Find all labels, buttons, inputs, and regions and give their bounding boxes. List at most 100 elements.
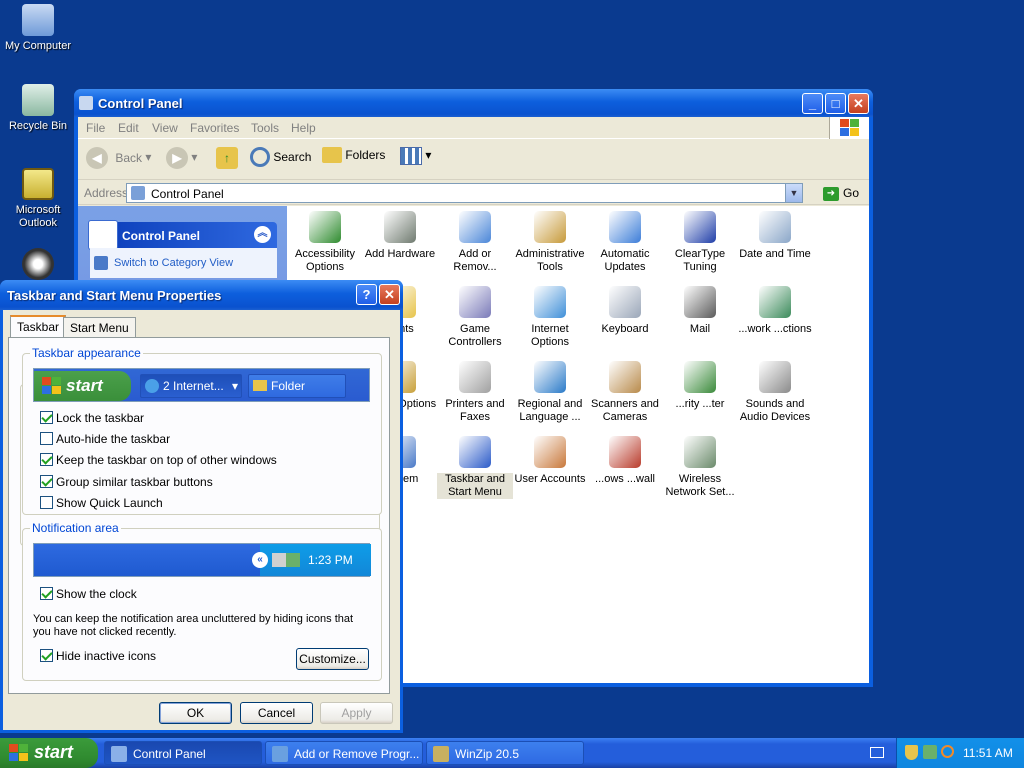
preview-internet-button: 2 Internet... ▾ — [140, 374, 242, 398]
folders-button[interactable]: Folders — [322, 147, 385, 173]
start-button[interactable]: start — [0, 738, 98, 768]
category-view-icon — [94, 256, 108, 270]
address-dropdown-button[interactable]: ▼ — [785, 184, 802, 202]
cp-item-label: Wireless Network Set... — [665, 473, 735, 498]
cp-item[interactable]: Keyboard — [587, 286, 663, 336]
cp-item[interactable]: Sounds and Audio Devices — [737, 361, 813, 424]
notification-preview: « 1:23 PM — [33, 543, 371, 577]
lock-taskbar-checkbox[interactable]: Lock the taskbar — [40, 411, 144, 425]
customize-button[interactable]: Customize... — [296, 648, 369, 670]
cp-item[interactable]: Regional and Language ... — [512, 361, 588, 424]
taskbar-button-control-panel[interactable]: Control Panel — [104, 741, 262, 765]
keep-on-top-checkbox[interactable]: Keep the taskbar on top of other windows — [40, 453, 277, 467]
cp-item[interactable]: Automatic Updates — [587, 211, 663, 274]
taskbar-appearance-group: Taskbar appearance start 2 Internet... ▾ … — [22, 346, 382, 515]
switch-category-view-link[interactable]: Switch to Category View — [114, 257, 233, 269]
address-field[interactable]: Control Panel ▼ — [126, 183, 803, 203]
cp-item[interactable]: Taskbar and Start Menu — [437, 436, 513, 499]
taskbar: start Control Panel Add or Remove Progr.… — [0, 738, 1024, 768]
security-shield-icon[interactable] — [905, 745, 918, 760]
maximize-button[interactable]: □ — [825, 93, 846, 114]
control-panel-box-icon — [88, 220, 118, 250]
group-buttons-checkbox[interactable]: Group similar taskbar buttons — [40, 475, 213, 489]
cp-item[interactable]: ...ows ...wall — [587, 436, 663, 486]
go-button[interactable]: ➜ Go — [822, 186, 859, 201]
cp-item[interactable]: Accessibility Options — [287, 211, 363, 274]
control-panel-titlebar[interactable]: Control Panel _ □ ✕ — [74, 89, 873, 117]
keyboard-icon[interactable] — [870, 747, 884, 758]
cp-item[interactable]: Printers and Faxes — [437, 361, 513, 424]
system-tray: 11:51 AM — [896, 738, 1024, 768]
search-button[interactable]: Search — [250, 147, 311, 173]
menu-help[interactable]: Help — [291, 121, 316, 135]
cp-item[interactable]: ...work ...ctions — [737, 286, 813, 336]
close-button[interactable]: ✕ — [848, 93, 869, 114]
minimize-button[interactable]: _ — [802, 93, 823, 114]
desktop-icon-outlook[interactable]: Microsoft Outlook — [0, 168, 76, 230]
apply-button[interactable]: Apply — [320, 702, 393, 724]
up-folder-button[interactable]: ↑ — [216, 147, 238, 173]
hide-inactive-checkbox[interactable]: Hide inactive icons — [40, 649, 156, 663]
address-label: Address — [84, 186, 129, 200]
views-button[interactable]: ▾ — [400, 147, 431, 173]
back-button[interactable]: ◀ Back ▾ — [86, 147, 151, 173]
cp-item[interactable]: Game Controllers — [437, 286, 513, 349]
desktop-icon-recycle-bin[interactable]: Recycle Bin — [0, 84, 76, 133]
tab-taskbar[interactable]: Taskbar — [10, 315, 67, 337]
cp-item[interactable]: ...rity ...ter — [662, 361, 738, 411]
taskbar-preview: start 2 Internet... ▾ Folder — [33, 368, 370, 402]
notification-info-text: You can keep the notification area unclu… — [33, 613, 354, 638]
desktop-icon-shortcut[interactable] — [0, 248, 76, 284]
dialog-title: Taskbar and Start Menu Properties — [7, 288, 222, 303]
cp-item-label: Sounds and Audio Devices — [739, 398, 811, 423]
notification-area-title: Notification area — [30, 521, 121, 535]
cp-item[interactable]: Scanners and Cameras — [587, 361, 663, 424]
cp-item[interactable]: Date and Time — [737, 211, 813, 261]
menu-view[interactable]: View — [152, 121, 178, 135]
add-remove-task-icon — [272, 746, 288, 762]
menu-file[interactable]: File — [86, 121, 105, 135]
search-tray-icon[interactable] — [941, 745, 954, 758]
cp-item[interactable]: Internet Options — [512, 286, 588, 349]
cp-item[interactable]: Add or Remov... — [437, 211, 513, 274]
forward-button[interactable]: ▶ ▾ — [166, 147, 197, 173]
quick-launch-checkbox[interactable]: Show Quick Launch — [40, 496, 163, 510]
desktop-icon-my-computer[interactable]: My Computer — [0, 4, 76, 53]
my-computer-icon — [22, 4, 54, 36]
cp-item[interactable]: Wireless Network Set... — [662, 436, 738, 499]
cp-item[interactable]: User Accounts — [512, 436, 588, 486]
taskbar-clock: 11:51 AM — [963, 746, 1013, 760]
auto-hide-checkbox[interactable]: Auto-hide the taskbar — [40, 432, 170, 446]
dialog-titlebar[interactable]: Taskbar and Start Menu Properties ? ✕ — [0, 280, 403, 310]
menu-tools[interactable]: Tools — [251, 121, 279, 135]
task-pane-header[interactable]: Control Panel ︽ — [88, 220, 277, 250]
mail-icon — [684, 286, 716, 318]
show-clock-checkbox[interactable]: Show the clock — [40, 587, 137, 601]
menu-favorites[interactable]: Favorites — [190, 121, 239, 135]
tab-start-menu[interactable]: Start Menu — [63, 317, 136, 337]
cancel-button[interactable]: Cancel — [240, 702, 313, 724]
windows-flag-icon — [9, 744, 29, 762]
cp-item-label: Internet Options — [531, 323, 569, 348]
cp-item[interactable]: Administrative Tools — [512, 211, 588, 274]
network-icon[interactable] — [923, 745, 937, 759]
menu-edit[interactable]: Edit — [118, 121, 139, 135]
checkbox-box — [40, 453, 53, 466]
taskbar-button-add-remove[interactable]: Add or Remove Progr... — [265, 741, 423, 765]
keyboard-icon — [609, 286, 641, 318]
help-button[interactable]: ? — [356, 284, 377, 305]
standard-toolbar: ◀ Back ▾ ▶ ▾ ↑ Search Folders ▾ — [78, 140, 869, 180]
checkbox-box — [40, 411, 53, 424]
cp-item-label: Add Hardware — [364, 248, 436, 260]
cp-item[interactable]: ClearType Tuning — [662, 211, 738, 274]
cp-item[interactable]: Add Hardware — [362, 211, 438, 261]
collapse-chevron-icon[interactable]: ︽ — [254, 226, 271, 243]
folder-icon — [253, 380, 267, 391]
dialog-close-button[interactable]: ✕ — [379, 284, 400, 305]
cp-item-label: Printers and Faxes — [445, 398, 505, 423]
cp-item[interactable]: Mail — [662, 286, 738, 336]
taskbar-button-winzip[interactable]: WinZip 20.5 — [426, 741, 584, 765]
checkbox-box — [40, 587, 53, 600]
ok-button[interactable]: OK — [159, 702, 232, 724]
cp-item-label: ClearType Tuning — [674, 248, 726, 273]
